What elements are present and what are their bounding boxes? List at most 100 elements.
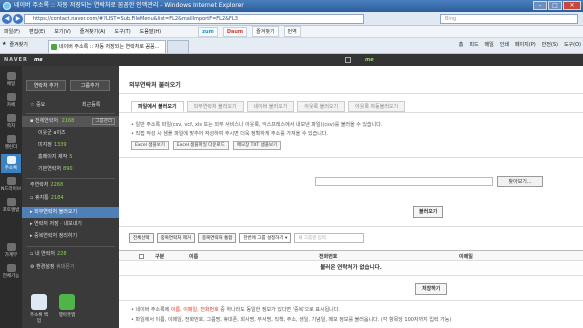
- cmd-tools[interactable]: 도구(O): [564, 41, 581, 48]
- sidebar-group-1[interactable]: 미지정 1339: [22, 140, 119, 151]
- remove-duplicates-button[interactable]: 중복연락처 제거: [156, 233, 195, 243]
- menu-view[interactable]: 보기(V): [54, 28, 71, 35]
- note-text: • 네이버 주소록에: [131, 307, 171, 313]
- menu-file[interactable]: 파일(F): [4, 28, 20, 35]
- trash-label: 휴지통: [34, 195, 49, 201]
- favorites-label[interactable]: 즐겨찾기: [9, 41, 27, 48]
- cafe-label: 카페: [6, 103, 16, 108]
- import-label: 외부연락처 불러오기: [34, 209, 78, 215]
- backup-app-link[interactable]: 주소록 백업: [30, 294, 48, 324]
- zum-search-button[interactable]: zum: [198, 26, 218, 37]
- menu-help[interactable]: 도움말(H): [140, 28, 161, 35]
- ndrive-service-button[interactable]: N드라이브: [1, 175, 21, 194]
- back-icon[interactable]: ◀: [2, 14, 12, 24]
- sidebar-item-dedupe[interactable]: ▸ 중복연락처 정리하기: [22, 231, 119, 242]
- hangout-app-link[interactable]: 행아웃앱: [58, 294, 76, 324]
- naver-me-logo[interactable]: me: [34, 54, 43, 66]
- home-icon[interactable]: [345, 57, 351, 63]
- cmd-safety[interactable]: 안전(S): [542, 41, 558, 48]
- mail-icon: [6, 72, 16, 80]
- search-input[interactable]: Bing: [440, 14, 578, 24]
- cmd-page[interactable]: 페이지(P): [515, 41, 536, 48]
- merge-duplicates-button[interactable]: 중복연락처 통합: [197, 233, 237, 243]
- close-button[interactable]: ✕: [563, 1, 581, 10]
- import-button[interactable]: 불러오기: [413, 206, 444, 218]
- sidebar-item-import[interactable]: ▸ 외부연락처 불러오기: [22, 207, 119, 218]
- all-contacts-label: 전체연락처: [34, 118, 58, 124]
- all-services-button[interactable]: 전체기능: [1, 262, 21, 281]
- excel-sample-download-button[interactable]: Excel 샘플파일 다운로드: [172, 141, 229, 150]
- tab-outlook-auto-import[interactable]: 아웃룩 자동불러오기: [348, 101, 406, 112]
- tab-outlook-import[interactable]: 아웃룩 불러오기: [297, 101, 346, 112]
- sidebar-item-trash[interactable]: ▫ 휴지통 2184: [22, 193, 119, 204]
- contacts-service-button[interactable]: 주소록: [1, 154, 21, 173]
- minimize-button[interactable]: –: [533, 1, 547, 10]
- empty-message: 불러온 연락처가 없습니다.: [119, 262, 583, 274]
- col-name: 이름: [189, 254, 199, 260]
- cmd-mail[interactable]: 메일: [485, 41, 494, 48]
- tab-strip: ★ 즐겨찾기 네이버 주소록 :: 자동 저장되는 연락처로 꼼꼼... 홈 피…: [0, 38, 583, 54]
- sidebar-group-3[interactable]: 기본연락처 890: [22, 164, 119, 175]
- select-all-checkbox[interactable]: [139, 254, 144, 259]
- menu-edit[interactable]: 편집(E): [29, 28, 45, 35]
- mail-service-button[interactable]: 메일: [1, 70, 21, 89]
- sidebar-item-shared[interactable]: 주연락처 2268: [22, 180, 119, 191]
- desc-line-1: • 일반 주소록 파일(csv, vcf, xls 또는 외부 서비스나 아웃룩…: [131, 122, 383, 128]
- tab-file-import[interactable]: 파일에서 불러오기: [131, 101, 184, 112]
- browser-tab-new[interactable]: [167, 40, 189, 53]
- url-input[interactable]: https://contact.naver.com/#?LIST=Sub.Fil…: [24, 14, 364, 24]
- excel-sample-view-button[interactable]: Excel 샘플보기: [131, 141, 169, 150]
- add-group-button[interactable]: 그룹추가: [70, 80, 110, 91]
- hangout-app-icon: [59, 294, 75, 310]
- photo-service-button[interactable]: 포토앨범: [1, 196, 21, 215]
- menu-tools[interactable]: 도구(T): [115, 28, 131, 35]
- app-links: 주소록 백업 행아웃앱: [30, 294, 76, 324]
- ledger-service-button[interactable]: 가계부: [1, 241, 21, 260]
- address-bar: ◀ ▶ https://contact.naver.com/#?LIST=Sub…: [0, 12, 583, 26]
- group-count: 890: [63, 166, 73, 172]
- sidebar-item-important[interactable]: ☆ 중요 최근등록: [22, 100, 119, 111]
- divider: [26, 113, 115, 114]
- sidebar-item-all[interactable]: ▪ 전체연락처 2168 그룹관리: [22, 116, 119, 127]
- naver-logo[interactable]: NAVER: [4, 54, 28, 66]
- select-all-button[interactable]: 전체선택: [129, 233, 154, 243]
- photo-icon: [6, 198, 16, 206]
- tab-naver-import[interactable]: 네이버 불러오기: [246, 101, 295, 112]
- cafe-icon: [6, 93, 16, 101]
- contacts-sidebar: 연락처 추가 그룹추가 ☆ 중요 최근등록 ▪ 전체연락처 2168 그룹관리 …: [22, 66, 119, 328]
- favorites-star-icon[interactable]: ★: [2, 41, 6, 48]
- addon-toolbar: zum Daum 즐겨찾기 번역: [198, 26, 301, 37]
- trash-count: 2184: [50, 195, 64, 201]
- daum-search-input[interactable]: Daum: [222, 26, 248, 37]
- sidebar-group-0[interactable]: 이웃군 a이즈: [22, 128, 119, 139]
- section-divider: [119, 226, 583, 227]
- cmd-feed[interactable]: 피드: [469, 41, 478, 48]
- toolbar-favorites[interactable]: 즐겨찾기: [252, 26, 279, 37]
- browse-button[interactable]: 찾아보기...: [497, 176, 543, 187]
- sidebar-item-settings[interactable]: ⚙ 환경설정 휴대폰기: [22, 262, 119, 273]
- sidebar-item-export[interactable]: ▸ 연락처 저장 · 내보내기: [22, 219, 119, 230]
- maximize-button[interactable]: □: [548, 1, 562, 10]
- cmd-home[interactable]: 홈: [459, 41, 464, 48]
- add-contact-button[interactable]: 연락처 추가: [26, 80, 66, 91]
- sidebar-item-mycontact[interactable]: ▫ 내 연락처 228: [22, 249, 119, 260]
- file-path-input[interactable]: [315, 177, 493, 186]
- note-service-button[interactable]: 쪽지: [1, 112, 21, 131]
- recent-link[interactable]: 최근등록: [82, 100, 100, 111]
- sidebar-group-2[interactable]: 홈페이지 제작 5: [22, 152, 119, 163]
- cafe-service-button[interactable]: 카페: [1, 91, 21, 110]
- new-group-input[interactable]: 새 그룹명 입력: [294, 233, 365, 243]
- browser-tab-active[interactable]: 네이버 주소록 :: 자동 저장되는 연락처로 꼼꼼...: [48, 40, 166, 53]
- contacts-table-header: 구분 이름 전화번호 이메일: [119, 250, 583, 261]
- forward-icon[interactable]: ▶: [13, 14, 23, 24]
- cmd-print[interactable]: 인쇄: [500, 41, 509, 48]
- calendar-service-button[interactable]: 캘린더: [1, 133, 21, 152]
- group-manage-button[interactable]: 그룹관리: [92, 118, 115, 125]
- tab-external-import[interactable]: 외부연락처 불러오기: [186, 101, 244, 112]
- save-button[interactable]: 저장하기: [415, 283, 448, 295]
- menu-favorites[interactable]: 즐겨찾기(A): [80, 28, 106, 35]
- group-select-dropdown[interactable]: 한번에 그룹 설정하기 ▾: [239, 233, 292, 243]
- txt-sample-view-button[interactable]: 메모장 TXT 샘플보기: [232, 141, 282, 150]
- me-link[interactable]: me: [365, 54, 374, 66]
- toolbar-translate[interactable]: 번역: [283, 26, 301, 37]
